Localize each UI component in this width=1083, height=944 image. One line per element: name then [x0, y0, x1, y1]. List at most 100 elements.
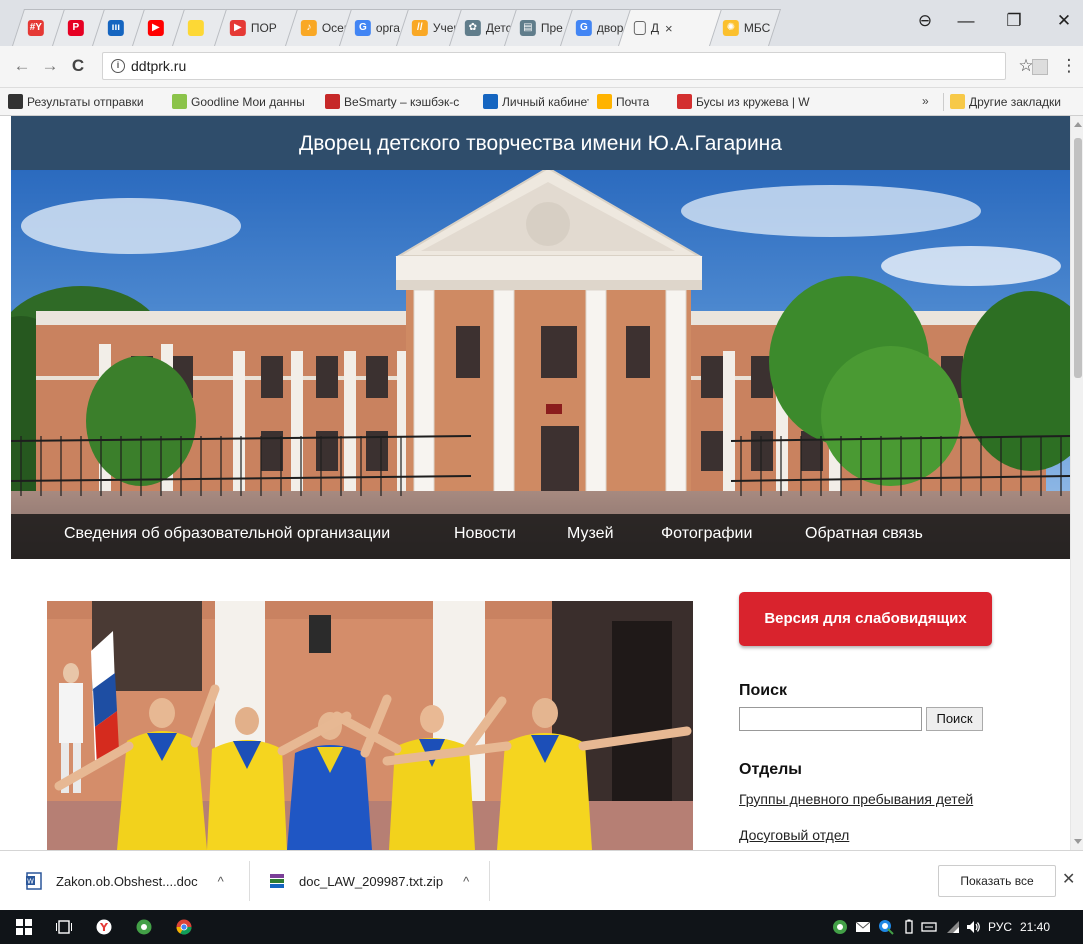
page-scrollbar[interactable] — [1070, 116, 1083, 850]
network-adapter-icon[interactable] — [921, 919, 937, 935]
profile-icon[interactable]: ⊖ — [905, 6, 945, 36]
scroll-up-icon[interactable] — [1074, 122, 1082, 127]
close-window-button[interactable]: ✕ — [1044, 6, 1083, 36]
maximize-button[interactable]: ❐ — [994, 6, 1034, 36]
bookmark-favicon-icon — [8, 94, 23, 109]
info-icon[interactable]: i — [111, 59, 125, 73]
bookmark-favicon-icon — [677, 94, 692, 109]
tab-favicon-icon: ▶ — [229, 20, 246, 36]
chevron-up-icon[interactable]: ^ — [218, 874, 224, 889]
other-bookmarks-folder[interactable]: Другие закладки — [950, 94, 1061, 109]
menu-item-photos[interactable]: Фотографии — [661, 525, 752, 543]
tab-favicon-icon: // — [411, 20, 428, 36]
forward-button[interactable]: → — [38, 54, 62, 78]
tab-title: двор — [596, 21, 624, 35]
tab-title: Пре — [540, 21, 563, 35]
volume-icon[interactable] — [965, 919, 981, 935]
language-indicator[interactable]: РУС — [988, 920, 1012, 934]
bookmark-label: Результаты отправки — [27, 94, 144, 109]
tab-favicon-icon: ✺ — [722, 20, 739, 36]
word-doc-icon: W — [26, 872, 42, 890]
downloads-bar: W Zakon.ob.Obshest....doc ^ doc_LAW_2099… — [0, 850, 1083, 910]
main-menu: Сведения об образовательной организации … — [11, 514, 1070, 559]
scroll-down-icon[interactable] — [1074, 839, 1082, 844]
download-filename: Zakon.ob.Obshest....doc — [56, 873, 198, 889]
bookmark-item[interactable]: Бусы из кружева | W — [677, 94, 827, 109]
tab-favicon-icon — [187, 20, 204, 36]
windows-taskbar: Y РУС 21:40 — [0, 910, 1083, 944]
menu-item-museum[interactable]: Музей — [567, 525, 614, 543]
bookmark-favicon-icon — [483, 94, 498, 109]
menu-item-feedback[interactable]: Обратная связь — [805, 525, 923, 543]
browser-tab[interactable]: Д × — [617, 9, 723, 46]
scroll-thumb[interactable] — [1074, 138, 1082, 378]
hero-banner: Дворец детского творчества имени Ю.А.Гаг… — [11, 116, 1070, 559]
bookmark-item[interactable]: Почта — [597, 94, 669, 109]
bookmark-item[interactable]: Результаты отправки — [8, 94, 164, 109]
low-vision-version-button[interactable]: Версия для слабовидящих — [739, 592, 992, 646]
bookmark-item[interactable]: BeSmarty – кэшбэк-с — [325, 94, 475, 109]
downloads-separator — [489, 861, 490, 901]
tab-favicon-icon: P — [67, 20, 84, 36]
menu-item-news[interactable]: Новости — [454, 525, 516, 543]
tab-close-icon[interactable]: × — [665, 21, 673, 36]
bookmarks-bar: Результаты отправки Goodline Мои данны BeS… — [0, 88, 1083, 116]
bookmark-favicon-icon — [172, 94, 187, 109]
search-heading: Поиск — [739, 682, 788, 699]
bookmark-label: Бусы из кружева | W — [696, 94, 810, 109]
wifi-icon[interactable] — [945, 919, 961, 935]
bookmarks-separator — [943, 93, 944, 111]
bookmark-label: Личный кабинет — [502, 94, 589, 109]
chrome-icon[interactable] — [176, 919, 192, 935]
departments-heading: Отделы — [739, 761, 802, 778]
menu-item-organization-info[interactable]: Сведения об образовательной организации — [64, 525, 390, 543]
department-link-leisure[interactable]: Досуговый отдел — [739, 827, 849, 843]
download-item-doc[interactable]: W Zakon.ob.Obshest....doc ^ — [26, 851, 224, 911]
bookmarks-more-button[interactable]: » — [922, 94, 929, 108]
browser-menu-icon[interactable]: ⋮ — [1057, 54, 1081, 78]
bookmark-label: BeSmarty – кэшбэк-с — [344, 94, 460, 109]
yandex-browser-icon[interactable]: Y — [96, 919, 112, 935]
download-filename: doc_LAW_209987.txt.zip — [299, 873, 444, 889]
chevron-up-icon[interactable]: ^ — [463, 874, 469, 889]
close-downloads-icon[interactable]: ✕ — [1062, 869, 1075, 889]
download-item-zip[interactable]: doc_LAW_209987.txt.zip ^ — [269, 851, 469, 911]
svg-text:Y: Y — [99, 921, 109, 934]
windows-start-icon[interactable] — [16, 919, 32, 935]
green-app-icon[interactable] — [136, 919, 152, 935]
tab-title: ПОР — [250, 21, 277, 35]
dancers-photo — [47, 601, 693, 850]
browser-toolbar: ← → C i ddtprk.ru ☆ ⋮ — [0, 46, 1083, 88]
bookmark-item[interactable]: Goodline Мои данны — [172, 94, 317, 109]
tab-favicon-icon: ııı — [107, 20, 124, 36]
task-view-icon[interactable] — [56, 919, 72, 935]
extension-icon[interactable] — [1032, 59, 1048, 75]
tray-search-icon[interactable] — [878, 919, 894, 935]
bookmark-favicon-icon — [325, 94, 340, 109]
department-link-day-groups[interactable]: Группы дневного пребывания детей — [739, 791, 973, 807]
bookmark-favicon-icon — [597, 94, 612, 109]
bookmark-label: Goodline Мои данны — [191, 94, 305, 109]
bookmark-item[interactable]: Личный кабинет — [483, 94, 589, 109]
web-page: Дворец детского творчества имени Ю.А.Гаг… — [11, 116, 1070, 850]
svg-text:W: W — [27, 878, 34, 886]
tab-favicon-icon — [633, 21, 646, 35]
tab-favicon-icon: G — [575, 20, 592, 36]
tab-favicon-icon: G — [354, 20, 371, 36]
search-button[interactable]: Поиск — [926, 707, 983, 731]
mail-icon[interactable] — [855, 919, 871, 935]
reload-button[interactable]: C — [66, 54, 90, 78]
tray-green-icon[interactable] — [832, 919, 848, 935]
tab-strip: #Y Pııı ▶ ▶ ПОР ♪ Осен Gорга//Учен ✿ Детс ▤ Пре Gдво… — [0, 0, 1083, 46]
folder-icon — [950, 94, 965, 109]
address-bar[interactable]: i ddtprk.ru — [102, 52, 1006, 80]
minimize-button[interactable]: — — [946, 6, 986, 36]
tab-favicon-icon: ▶ — [147, 20, 164, 36]
show-all-downloads-button[interactable]: Показать все — [938, 865, 1056, 897]
clock[interactable]: 21:40 — [1020, 920, 1050, 934]
back-button[interactable]: ← — [10, 54, 34, 78]
screen: #Y Pııı ▶ ▶ ПОР ♪ Осен Gорга//Учен ✿ Детс ▤ Пре Gдво… — [0, 0, 1083, 944]
battery-icon[interactable] — [901, 919, 917, 935]
bookmark-label: Почта — [616, 94, 650, 109]
search-input[interactable] — [739, 707, 922, 731]
